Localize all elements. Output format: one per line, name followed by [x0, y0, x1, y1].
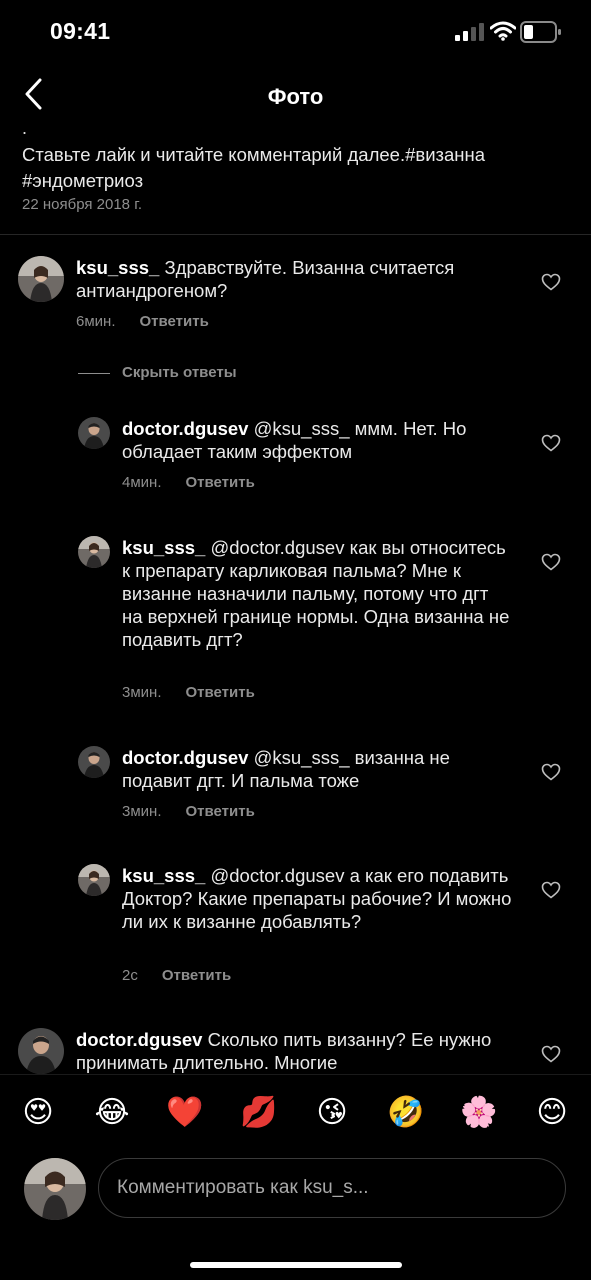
comment-text: ksu_sss_ @doctor.dgusev а как его подави…: [122, 864, 512, 933]
heart-icon[interactable]: [541, 553, 561, 571]
my-avatar[interactable]: [24, 1158, 86, 1220]
comment-text: doctor.dgusev @ksu_sss_ ммм. Нет. Но обл…: [122, 417, 512, 463]
comment-time: 2с: [122, 967, 138, 984]
reply-button[interactable]: Ответить: [186, 803, 255, 820]
emoji-cherry-blossom[interactable]: 🌸: [459, 1093, 499, 1133]
heart-icon[interactable]: [541, 763, 561, 781]
reply-button[interactable]: Ответить: [140, 313, 209, 330]
comment-username[interactable]: doctor.dgusev: [122, 747, 248, 768]
status-time: 09:41: [50, 18, 111, 44]
comment-username[interactable]: ksu_sss_: [122, 865, 205, 886]
wifi-icon: [490, 21, 516, 41]
heart-icon[interactable]: [541, 434, 561, 452]
reply-button[interactable]: Ответить: [162, 967, 231, 984]
caption-dot: .: [22, 118, 28, 138]
comment-time: 6мин.: [76, 313, 116, 330]
heart-icon[interactable]: [541, 1045, 561, 1063]
comment-meta: 4мин. Ответить: [122, 474, 255, 491]
emoji-kiss-mark[interactable]: 💋: [239, 1093, 279, 1133]
avatar[interactable]: [78, 746, 110, 778]
comment-text: doctor.dgusev Сколько пить визанну? Ее н…: [76, 1028, 516, 1074]
emoji-rofl[interactable]: 🤣: [386, 1093, 426, 1133]
avatar[interactable]: [18, 256, 64, 302]
heart-icon[interactable]: [541, 273, 561, 291]
comment-text: ksu_sss_ @doctor.dgusev как вы относитес…: [122, 536, 512, 651]
comment-text: doctor.dgusev @ksu_sss_ визанна не подав…: [122, 746, 512, 792]
emoji-bar: 😍 😂 ❤️ 💋 😘 🤣 🌸 😊: [0, 1074, 591, 1155]
comment-time: 3мин.: [122, 684, 162, 701]
comment-meta: 3мин. Ответить: [122, 684, 255, 701]
emoji-red-heart[interactable]: ❤️: [165, 1093, 205, 1133]
post-date: 22 ноября 2018 г.: [22, 196, 142, 213]
comment-input[interactable]: [98, 1158, 566, 1218]
comment-time: 3мин.: [122, 803, 162, 820]
cellular-signal-icon: [455, 23, 484, 41]
post-caption: Ставьте лайк и читайте комментарий далее…: [22, 144, 486, 191]
battery-icon: [520, 21, 561, 43]
comment-username[interactable]: doctor.dgusev: [76, 1029, 202, 1050]
comment-username[interactable]: ksu_sss_: [76, 257, 159, 278]
divider: [0, 234, 591, 235]
avatar[interactable]: [78, 417, 110, 449]
page-title: Фото: [267, 84, 324, 109]
emoji-heart-eyes[interactable]: 😍: [18, 1093, 58, 1133]
comment-time: 4мин.: [122, 474, 162, 491]
comment-meta: 6мин. Ответить: [76, 313, 209, 330]
emoji-smiling[interactable]: 😊: [532, 1093, 572, 1133]
avatar[interactable]: [78, 536, 110, 568]
emoji-tears-of-joy[interactable]: 😂: [92, 1093, 132, 1133]
comment-username[interactable]: doctor.dgusev: [122, 418, 248, 439]
status-bar: 09:41: [0, 0, 591, 64]
heart-icon[interactable]: [541, 881, 561, 899]
hide-replies-button[interactable]: Скрыть ответы: [122, 364, 237, 381]
comment-text: ksu_sss_ Здравствуйте. Визанна считается…: [76, 256, 516, 302]
nav-bar: Фото: [0, 64, 591, 128]
emoji-blowing-kiss[interactable]: 😘: [312, 1093, 352, 1133]
avatar[interactable]: [18, 1028, 64, 1074]
comment-meta: 3мин. Ответить: [122, 803, 255, 820]
hide-replies-line: [78, 373, 110, 374]
home-indicator: [190, 1262, 402, 1268]
comment-username[interactable]: ksu_sss_: [122, 537, 205, 558]
reply-button[interactable]: Ответить: [186, 684, 255, 701]
reply-button[interactable]: Ответить: [186, 474, 255, 491]
comment-meta: 2с Ответить: [122, 967, 231, 984]
avatar[interactable]: [78, 864, 110, 896]
